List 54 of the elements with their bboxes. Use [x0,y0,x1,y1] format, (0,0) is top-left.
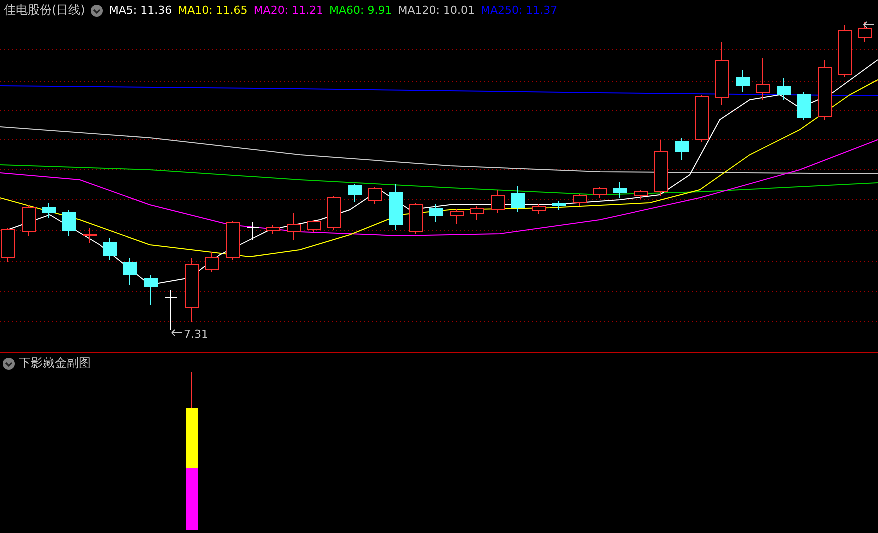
candlestick [144,274,158,306]
dropdown-icon[interactable] [3,358,15,370]
indicator-value: MA5: 11.36 [109,4,172,17]
candlestick [797,92,811,120]
candlestick [613,182,627,198]
candlestick [838,24,852,78]
indicator-value: MA60: 9.91 [330,4,392,17]
low-price-label: 7.31 [184,328,208,341]
candlestick [552,200,566,210]
candlestick [307,220,321,232]
candlestick [246,222,260,240]
candlestick [389,184,403,230]
candlestick [348,184,362,202]
candlestick [736,70,750,92]
candlestick [42,202,56,218]
candlestick [368,186,382,204]
candlestick [266,224,280,234]
candlestick [491,190,505,214]
indicator-value: MA10: 11.65 [178,4,248,17]
indicator-value: MA250: 11.37 [480,4,558,17]
candlestick [22,204,36,236]
candlestick [634,190,648,200]
high-marker-arrow [863,22,874,28]
candlestick [573,194,587,206]
candlestick [593,186,607,198]
candlestick [756,58,770,100]
low-marker-arrow [172,330,182,336]
chart-title: 佳电股份(日线) [4,2,86,19]
candlestick [164,290,178,330]
candlestick [470,206,484,220]
candlestick [858,22,872,42]
candlestick [450,208,464,224]
candlestick [185,258,199,322]
candlestick [409,202,423,234]
sub-chart-title: 下影藏金副图 [19,355,91,372]
candlestick [429,204,443,222]
indicator-value: MA120: 10.01 [398,4,475,17]
candlestick [654,140,668,196]
candlestick [83,228,97,244]
candlestick [675,138,689,160]
candlestick [62,210,76,236]
candlestick [103,238,117,260]
candlestick [205,252,219,272]
candlestick [818,60,832,120]
candlestick [123,258,137,286]
dropdown-icon[interactable] [91,4,104,16]
candlestick [715,42,729,106]
candlestick [327,196,341,230]
candlestick [226,220,240,260]
candlestick [777,78,791,100]
candlestick [511,186,525,212]
indicator-value: MA20: 11.21 [254,4,324,17]
candlestick [287,212,301,240]
candlestick [695,94,709,142]
